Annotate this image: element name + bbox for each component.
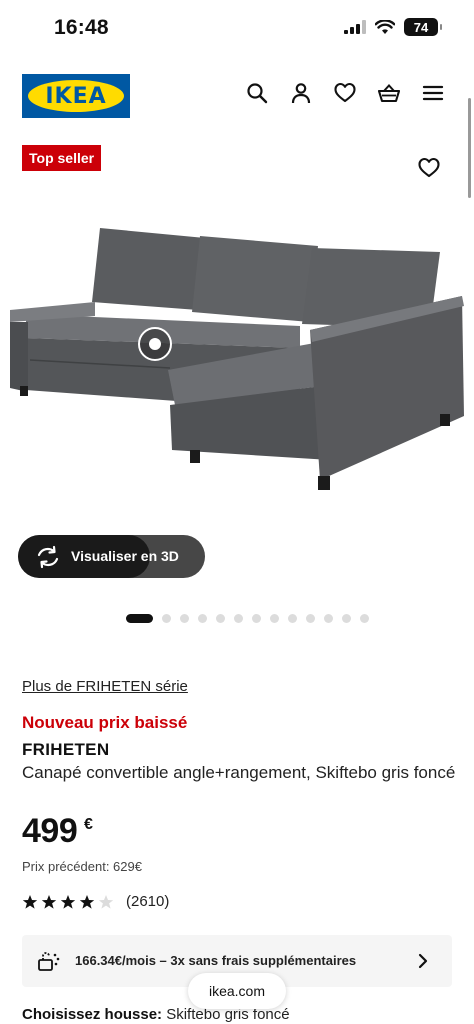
payment-installments-icon	[38, 952, 60, 971]
series-link[interactable]: Plus de FRIHETEN série	[22, 678, 188, 695]
visualize-3d-label: Visualiser en 3D	[71, 548, 179, 564]
status-icons: 74	[344, 18, 442, 36]
carousel-dot[interactable]	[360, 614, 369, 623]
cellular-signal-icon	[344, 20, 366, 34]
ikea-logo[interactable]: IKEA	[22, 74, 130, 118]
rating[interactable]: (2610)	[22, 893, 169, 910]
star-filled-icon	[79, 894, 95, 909]
carousel-dot-active[interactable]	[126, 614, 153, 623]
favourite-heart-icon[interactable]	[418, 157, 440, 179]
star-empty-icon	[98, 894, 114, 909]
new-price-label: Nouveau prix baissé	[22, 713, 188, 732]
menu-icon[interactable]	[422, 82, 444, 104]
finance-text: 166.34€/mois – 3x sans frais supplémenta…	[75, 953, 357, 968]
carousel-dot[interactable]	[216, 614, 225, 623]
hotspot-dot[interactable]	[149, 338, 161, 350]
carousel-dot[interactable]	[306, 614, 315, 623]
carousel-dot[interactable]	[288, 614, 297, 623]
heart-icon[interactable]	[334, 82, 356, 104]
carousel-dot[interactable]	[324, 614, 333, 623]
rotate-3d-icon	[37, 545, 59, 569]
top-seller-badge: Top seller	[22, 145, 102, 171]
product-name: FRIHETEN	[22, 740, 110, 759]
header-icons	[246, 82, 444, 104]
account-icon[interactable]	[290, 82, 312, 104]
chevron-right-icon	[418, 953, 428, 969]
product-price: 499	[22, 812, 78, 850]
price-currency: €	[84, 816, 93, 833]
carousel-dot[interactable]	[180, 614, 189, 623]
carousel-dot[interactable]	[270, 614, 279, 623]
logo-text: IKEA	[45, 83, 107, 109]
carousel-dot[interactable]	[234, 614, 243, 623]
search-icon[interactable]	[246, 82, 268, 104]
battery-level: 74	[413, 19, 429, 35]
cover-label: Choisissez housse:	[22, 1006, 163, 1023]
status-bar: 16:48 74	[0, 0, 474, 56]
star-filled-icon	[60, 894, 76, 909]
previous-price: Prix précédent: 629€	[22, 859, 142, 874]
wifi-icon	[375, 19, 395, 34]
carousel-dots	[126, 614, 369, 623]
visualize-3d-button[interactable]: Visualiser en 3D	[18, 535, 205, 578]
browser-url-bar[interactable]: ikea.com	[188, 973, 286, 1009]
page-scrollbar[interactable]	[468, 98, 471, 198]
carousel-dot[interactable]	[342, 614, 351, 623]
basket-icon[interactable]	[378, 82, 400, 104]
battery-indicator: 74	[404, 18, 442, 36]
product-description: Canapé convertible angle+rangement, Skif…	[22, 763, 456, 782]
site-header: IKEA	[0, 72, 474, 120]
status-time: 16:48	[54, 16, 109, 39]
carousel-dot[interactable]	[162, 614, 171, 623]
product-image[interactable]	[0, 210, 474, 530]
logo-oval: IKEA	[28, 80, 124, 112]
review-count[interactable]: (2610)	[126, 893, 169, 910]
carousel-dot[interactable]	[252, 614, 261, 623]
star-filled-icon	[41, 894, 57, 909]
carousel-dot[interactable]	[198, 614, 207, 623]
star-filled-icon	[22, 894, 38, 909]
